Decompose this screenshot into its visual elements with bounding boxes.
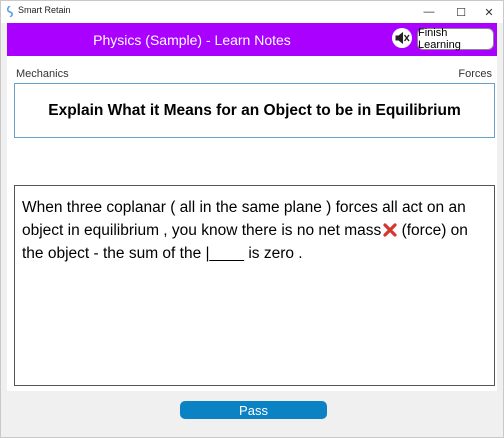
maximize-button[interactable]: ☐ [446, 1, 476, 23]
pass-button[interactable]: Pass [180, 401, 327, 419]
question-text: Explain What it Means for an Object to b… [48, 101, 461, 119]
minimize-button[interactable]: — [414, 1, 444, 23]
red-cross-icon [383, 223, 397, 237]
close-button[interactable]: ✕ [474, 1, 504, 23]
app-window: Smart Retain — ☐ ✕ Physics (Sample) - Le… [0, 0, 504, 438]
mute-button[interactable] [392, 28, 412, 48]
window-title: Smart Retain [18, 5, 71, 15]
answer-box: When three coplanar ( all in the same pl… [14, 185, 495, 386]
header-bar: Physics (Sample) - Learn Notes Finish Le… [7, 23, 497, 56]
maximize-icon: ☐ [456, 6, 466, 19]
question-box: Explain What it Means for an Object to b… [14, 83, 495, 138]
card-panel: Mechanics Forces Explain What it Means f… [7, 56, 497, 391]
close-icon: ✕ [484, 6, 494, 19]
speaker-muted-icon [395, 32, 410, 44]
subtopic-label: Forces [458, 68, 492, 80]
finish-learning-button[interactable]: Finish Learning [417, 27, 494, 51]
page-title: Physics (Sample) - Learn Notes [93, 31, 291, 48]
answer-text: When three coplanar ( all in the same pl… [22, 196, 488, 265]
title-bar[interactable]: Smart Retain — ☐ ✕ [1, 1, 503, 23]
minimize-icon: — [423, 6, 435, 18]
topic-label: Mechanics [16, 68, 69, 80]
app-logo-icon [6, 6, 14, 17]
